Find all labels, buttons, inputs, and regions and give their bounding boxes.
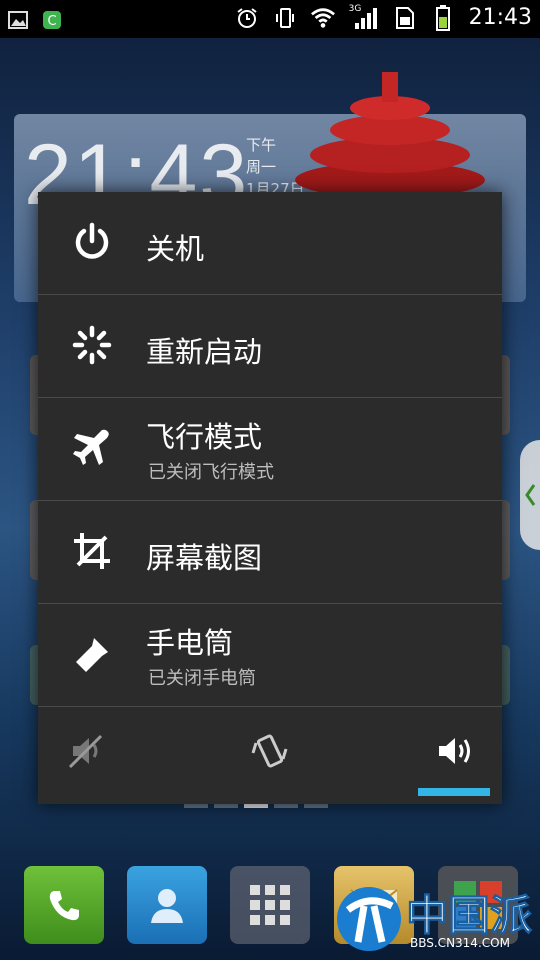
power-icon [72, 222, 112, 262]
selected-sound-indicator [418, 788, 490, 796]
wifi-icon [310, 6, 335, 30]
status-time: 21:43 [468, 5, 532, 30]
vibrate-icon [273, 6, 297, 30]
app-drawer-icon[interactable] [230, 866, 310, 944]
airplane-mode-label: 飞行模式 [146, 420, 263, 454]
page-dot [184, 804, 208, 808]
power-off-label: 关机 [146, 232, 205, 266]
screenshot-crop-icon [72, 531, 112, 571]
sim-icon [393, 6, 417, 30]
flashlight-icon [72, 634, 112, 674]
power-menu-dialog: 关机 重新启动 飞行模式 已关闭飞行模式 屏幕截图 手电筒 已关闭手电筒 [38, 192, 502, 804]
mute-icon [68, 734, 103, 769]
page-indicator [184, 804, 328, 808]
flashlight-status: 已关闭手电筒 [148, 668, 256, 689]
restart-item[interactable]: 重新启动 [38, 295, 502, 398]
screenshot-item[interactable]: 屏幕截图 [38, 501, 502, 604]
airplane-mode-status: 已关闭飞行模式 [148, 462, 274, 483]
restart-label: 重新启动 [146, 335, 263, 369]
vibrate-mode-button[interactable] [248, 728, 294, 774]
sound-mode-button[interactable] [432, 728, 478, 774]
airplane-mode-item[interactable]: 飞行模式 已关闭飞行模式 [38, 398, 502, 501]
side-drawer-handle[interactable] [520, 440, 540, 550]
flashlight-label: 手电筒 [146, 626, 234, 660]
svg-text:C: C [47, 14, 56, 29]
page-dot [214, 804, 238, 808]
page-dot [304, 804, 328, 808]
speaker-icon [439, 738, 470, 764]
alarm-icon [235, 6, 259, 30]
contacts-icon[interactable] [127, 866, 207, 944]
page-dot [274, 804, 298, 808]
watermark-url: BBS.CN314.COM [410, 936, 510, 950]
watermark-title: 中国派 [405, 891, 533, 941]
landmark-image [295, 72, 485, 198]
security-shield-icon: C [40, 8, 64, 32]
watermark-emblem-icon [337, 887, 401, 951]
gallery-icon [6, 8, 30, 32]
airplane-icon [72, 428, 112, 468]
vibrate-mode-icon [251, 734, 288, 768]
battery-icon [431, 4, 455, 31]
signal-icon: 3G [348, 3, 379, 30]
phone-icon[interactable] [24, 866, 104, 944]
flashlight-item[interactable]: 手电筒 已关闭手电筒 [38, 604, 502, 707]
restart-icon [72, 325, 112, 365]
watermark-logo: 中国派 BBS.CN314.COM [334, 878, 534, 958]
power-off-item[interactable]: 关机 [38, 192, 502, 295]
status-bar: C 3G 21:43 [0, 0, 540, 38]
network-type-label: 3G [348, 3, 362, 14]
mute-mode-button[interactable] [64, 728, 110, 774]
screenshot-label: 屏幕截图 [146, 541, 263, 575]
page-dot-active [244, 804, 268, 808]
